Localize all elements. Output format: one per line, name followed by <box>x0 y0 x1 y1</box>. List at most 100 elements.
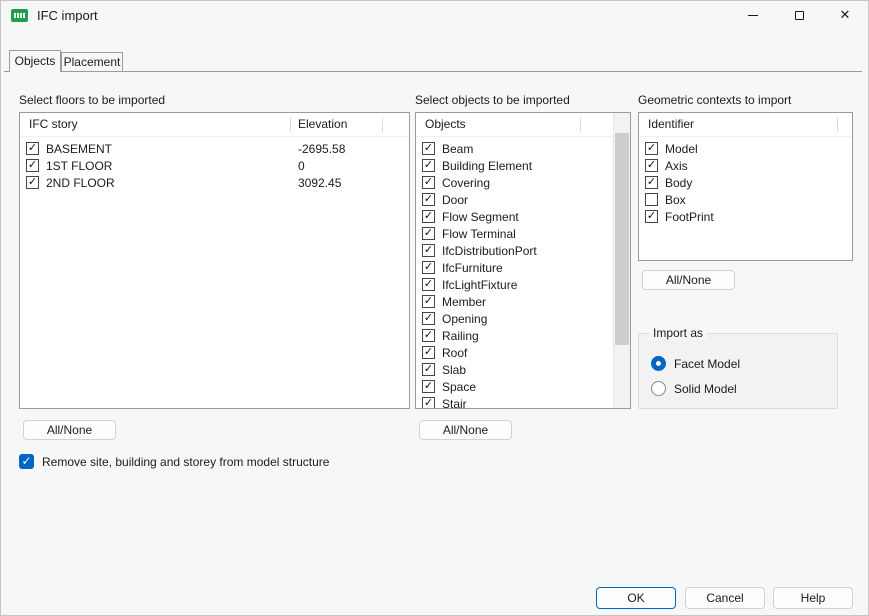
object-row[interactable]: ✓Stair <box>416 395 613 409</box>
object-row[interactable]: ✓Flow Terminal <box>416 225 613 242</box>
object-row[interactable]: ✓ Beam <box>416 140 613 157</box>
titlebar: IFC import ✕ <box>1 1 868 29</box>
radio-facet-model-label: Facet Model <box>674 357 740 371</box>
tab-placement[interactable]: Placement <box>61 52 123 71</box>
radio-solid-model[interactable]: Solid Model <box>651 381 737 396</box>
object-row[interactable]: ✓ IfcLightFixture <box>416 276 613 293</box>
contexts-all-none-button[interactable]: All/None <box>642 270 735 290</box>
checkbox[interactable]: ✓ <box>645 210 658 223</box>
object-name: Member <box>442 295 486 309</box>
objects-scrollbar[interactable] <box>613 113 630 408</box>
checkbox[interactable]: ✓ <box>422 193 435 206</box>
object-row[interactable]: ✓IfcFurniture <box>416 259 613 276</box>
object-row[interactable]: ✓ Railing <box>416 327 613 344</box>
remove-structure-label: Remove site, building and storey from mo… <box>42 455 329 469</box>
maximize-button[interactable] <box>776 1 822 29</box>
object-row[interactable]: ✓Door <box>416 191 613 208</box>
object-row[interactable]: ✓ Covering <box>416 174 613 191</box>
object-name: Beam <box>442 142 473 156</box>
object-name: Space <box>442 380 476 394</box>
object-name: Railing <box>442 329 479 343</box>
checkbox[interactable]: ✓ <box>422 261 435 274</box>
checkbox[interactable]: ✓ <box>645 176 658 189</box>
checkbox[interactable] <box>645 193 658 206</box>
floor-row[interactable]: ✓BASEMENT-2695.58 <box>20 140 409 157</box>
object-row[interactable]: ✓ Member <box>416 293 613 310</box>
floor-name: BASEMENT <box>46 142 112 156</box>
floors-column-ifc-story: IFC story <box>29 113 78 136</box>
checkbox[interactable]: ✓ <box>422 159 435 172</box>
floor-name-cell: ✓1ST FLOOR <box>26 159 298 173</box>
checkbox[interactable]: ✓ <box>422 329 435 342</box>
checkbox[interactable]: ✓ <box>422 227 435 240</box>
context-name: Axis <box>665 159 688 173</box>
checkbox[interactable]: ✓ <box>26 142 39 155</box>
checkbox[interactable]: ✓ <box>422 176 435 189</box>
checkbox[interactable]: ✓ <box>422 295 435 308</box>
close-button[interactable]: ✕ <box>822 1 868 29</box>
checkbox[interactable]: ✓ <box>645 159 658 172</box>
floor-row[interactable]: ✓1ST FLOOR0 <box>20 157 409 174</box>
remove-structure-checkbox-row[interactable]: ✓ Remove site, building and storey from … <box>19 454 329 469</box>
cancel-button[interactable]: Cancel <box>685 587 765 609</box>
checkbox[interactable]: ✓ <box>26 176 39 189</box>
object-row[interactable]: ✓Building Element <box>416 157 613 174</box>
object-name: IfcDistributionPort <box>442 244 537 258</box>
object-name: Roof <box>442 346 467 360</box>
checkbox[interactable]: ✓ <box>422 244 435 257</box>
context-row[interactable]: ✓ Model <box>639 140 852 157</box>
column-divider[interactable] <box>837 117 838 132</box>
objects-list: Objects ✓Beam✓Building Element✓Covering✓… <box>415 112 631 409</box>
column-divider[interactable] <box>580 117 581 132</box>
object-name: IfcLightFixture <box>442 278 517 292</box>
objects-list-header: Objects <box>416 113 630 137</box>
floor-row[interactable]: ✓2ND FLOOR3092.45 <box>20 174 409 191</box>
maximize-icon <box>795 11 804 20</box>
floors-all-none-button[interactable]: All/None <box>23 420 116 440</box>
help-button[interactable]: Help <box>773 587 853 609</box>
remove-structure-checkbox[interactable]: ✓ <box>19 454 34 469</box>
context-row[interactable]: ✓Body <box>639 174 852 191</box>
ifc-import-dialog: IFC import ✕ Objects Placement Select fl… <box>0 0 869 616</box>
checkbox[interactable]: ✓ <box>645 142 658 155</box>
context-row[interactable]: ✓ Axis <box>639 157 852 174</box>
context-row[interactable]: ✓FootPrint <box>639 208 852 225</box>
object-row[interactable]: ✓ Flow Segment <box>416 208 613 225</box>
floor-elevation: 0 <box>298 159 409 173</box>
checkbox[interactable]: ✓ <box>422 346 435 359</box>
object-row[interactable]: ✓ Space <box>416 378 613 395</box>
ok-button[interactable]: OK <box>596 587 676 609</box>
radio-button-icon[interactable] <box>651 356 666 371</box>
floors-list: IFC story Elevation ✓BASEMENT-2695.58✓1S… <box>19 112 410 409</box>
floors-column-elevation: Elevation <box>298 113 347 136</box>
contexts-column-header: Identifier <box>648 113 694 136</box>
checkbox[interactable]: ✓ <box>422 210 435 223</box>
checkbox[interactable]: ✓ <box>422 380 435 393</box>
object-row[interactable]: ✓ IfcDistributionPort <box>416 242 613 259</box>
objects-scrollbar-thumb[interactable] <box>615 133 629 345</box>
checkbox[interactable]: ✓ <box>422 312 435 325</box>
checkbox[interactable]: ✓ <box>422 397 435 409</box>
object-row[interactable]: ✓Slab <box>416 361 613 378</box>
column-divider[interactable] <box>290 117 291 132</box>
radio-button-icon[interactable] <box>651 381 666 396</box>
tab-objects[interactable]: Objects <box>9 50 61 72</box>
checkbox[interactable]: ✓ <box>422 363 435 376</box>
column-divider[interactable] <box>382 117 383 132</box>
objects-all-none-button[interactable]: All/None <box>419 420 512 440</box>
object-row[interactable]: ✓ Roof <box>416 344 613 361</box>
context-name: Model <box>665 142 698 156</box>
checkbox[interactable]: ✓ <box>26 159 39 172</box>
checkbox[interactable]: ✓ <box>422 142 435 155</box>
object-name: Flow Segment <box>442 210 519 224</box>
objects-column-header: Objects <box>425 113 466 136</box>
object-row[interactable]: ✓Opening <box>416 310 613 327</box>
objects-list-body: ✓Beam✓Building Element✓Covering✓Door✓Flo… <box>416 137 613 409</box>
floors-list-header: IFC story Elevation <box>20 113 409 137</box>
checkbox[interactable]: ✓ <box>422 278 435 291</box>
radio-facet-model[interactable]: Facet Model <box>651 356 740 371</box>
object-name: Covering <box>442 176 490 190</box>
minimize-button[interactable] <box>730 1 776 29</box>
context-row[interactable]: Box <box>639 191 852 208</box>
floor-name-cell: ✓ BASEMENT <box>26 142 298 156</box>
